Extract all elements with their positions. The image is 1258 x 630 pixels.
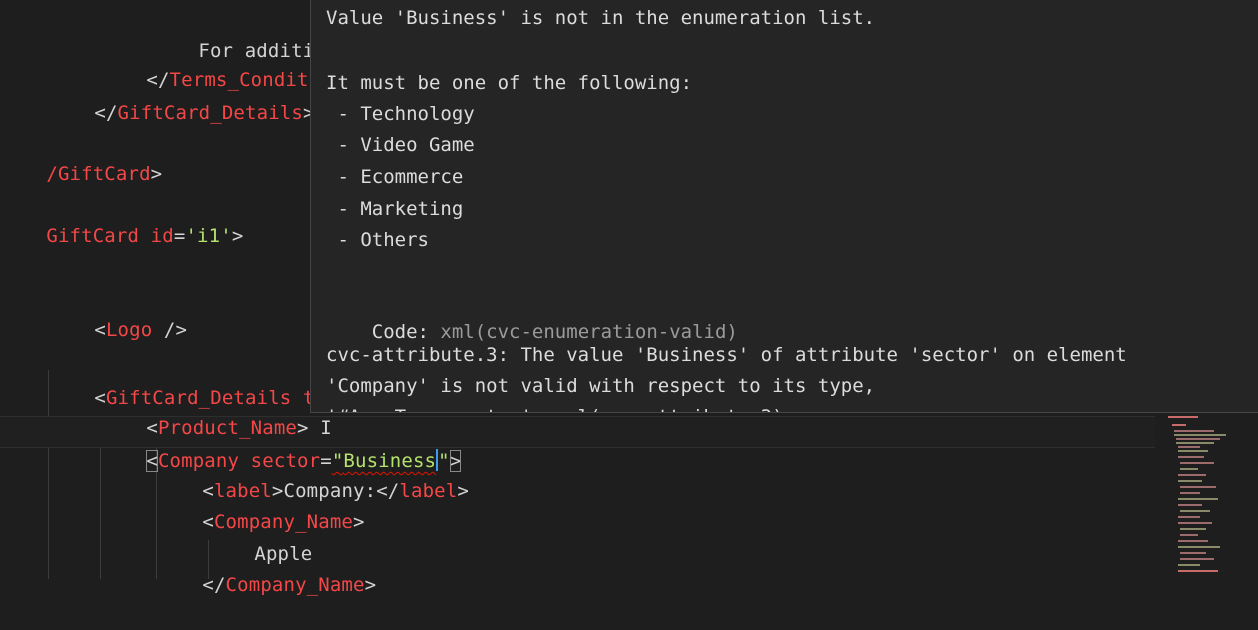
tag-open: </ — [202, 574, 226, 596]
code-line[interactable]: <Logo /> — [48, 285, 187, 341]
second-error-message: '#AnonType_sector'. xml(cvc-attribute.3) — [326, 402, 784, 412]
minimap-line — [1174, 434, 1226, 436]
minimap-line — [1172, 424, 1186, 426]
enum-option: - Others — [326, 229, 429, 251]
minimap-line — [1180, 534, 1198, 536]
code-line[interactable]: </Terms_Conditio — [100, 35, 332, 91]
enum-option: - Ecommerce — [326, 166, 464, 188]
enum-option: - Marketing — [326, 198, 464, 220]
equals: = — [173, 225, 186, 247]
tag-name: Company_Name — [225, 574, 365, 596]
tag-close: /> — [152, 319, 188, 341]
attribute-value: 'i1' — [185, 225, 232, 247]
minimap-line — [1178, 446, 1200, 448]
second-error-message: 'Company' is not valid with respect to i… — [326, 375, 876, 397]
code-line[interactable]: <Product_Name> I — [100, 383, 332, 439]
error-hover-tooltip[interactable]: Value 'Business' is not in the enumerati… — [310, 0, 1258, 413]
code-line-current[interactable]: <Company sector="Business "> — [100, 416, 462, 472]
tag-close: > — [364, 574, 377, 596]
tag-close: > — [353, 511, 365, 533]
minimap-line — [1180, 510, 1210, 512]
minimap-line — [1180, 528, 1206, 530]
tag-open: < — [94, 319, 106, 341]
second-error-message: cvc-attribute.3: The value 'Business' of… — [326, 344, 1127, 366]
code-line[interactable]: GiftCard id='i1'> — [0, 191, 243, 247]
minimap-line — [1180, 462, 1214, 464]
minimap-line — [1180, 486, 1216, 488]
code-line[interactable]: <Company_Name> — [156, 477, 365, 533]
tag-name: /GiftCard — [46, 163, 151, 185]
tag-name: label — [399, 480, 458, 502]
code-line[interactable]: </Company_Name> — [156, 540, 376, 596]
minimap-line — [1178, 480, 1202, 482]
minimap-line — [1176, 442, 1214, 444]
code-line[interactable]: /GiftCard> — [0, 129, 162, 185]
minimap-line — [1176, 438, 1220, 440]
code-line[interactable]: <GiftCard_Details ty — [48, 353, 326, 409]
minimap-line — [1180, 558, 1214, 560]
minimap-line — [1178, 504, 1202, 506]
minimap-line — [1178, 564, 1200, 566]
enum-intro: It must be one of the following: — [326, 72, 693, 94]
tag-name: Logo — [105, 319, 153, 341]
error-code: Code: xml(cvc-enumeration-valid) — [326, 287, 738, 343]
minimap-line — [1178, 546, 1220, 548]
minimap-line — [1180, 468, 1198, 470]
code-line[interactable]: <label>Company:</label> — [156, 446, 469, 502]
minimap-line — [1178, 516, 1200, 518]
minimap-line — [1178, 540, 1208, 542]
minimap-line — [1174, 430, 1214, 432]
code-line[interactable]: Apple — [208, 509, 312, 565]
tag-open: </ — [94, 102, 118, 124]
enum-option: - Technology — [326, 103, 475, 125]
error-message: Value 'Business' is not in the enumerati… — [326, 7, 876, 29]
tag-close: > — [457, 480, 469, 502]
tag-name: GiftCard_Details — [117, 102, 303, 124]
minimap-line — [1178, 570, 1218, 572]
minimap[interactable] — [1160, 416, 1258, 579]
minimap-line — [1178, 450, 1208, 452]
minimap-line — [1178, 456, 1204, 458]
enum-option: - Video Game — [326, 134, 475, 156]
tag-close: > — [231, 225, 244, 247]
tag-open: </ — [376, 480, 400, 502]
minimap-line — [1178, 498, 1218, 500]
tag-close: > — [150, 163, 163, 185]
minimap-line — [1180, 492, 1200, 494]
minimap-line — [1168, 416, 1198, 418]
attribute-name: id — [150, 225, 174, 247]
minimap-line — [1178, 522, 1212, 524]
minimap-line — [1180, 552, 1206, 554]
tag-name: GiftCard — [46, 225, 140, 247]
minimap-line — [1178, 474, 1206, 476]
code-line[interactable]: </GiftCard_Details> — [48, 68, 315, 124]
